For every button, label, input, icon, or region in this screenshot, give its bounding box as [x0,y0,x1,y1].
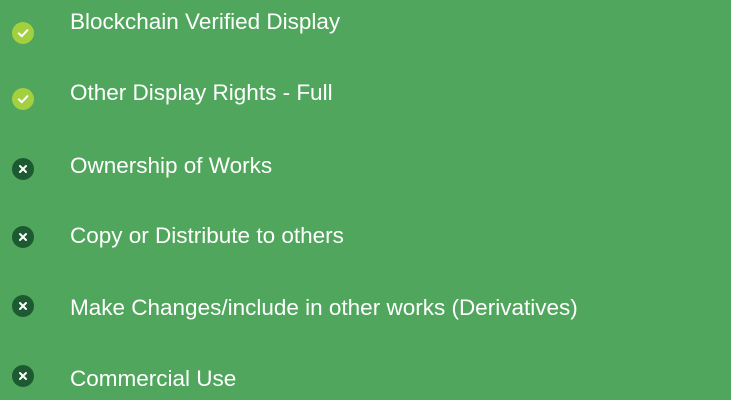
feature-row-blockchain-verified-display: Blockchain Verified Display [0,4,731,44]
x-circle-icon [12,226,34,248]
x-circle-icon [12,158,34,180]
feature-label: Ownership of Works [70,153,273,178]
feature-row-make-changes: Make Changes/include in other works (Der… [0,290,731,330]
feature-label: Commercial Use [70,366,237,391]
feature-label: Copy or Distribute to others [70,223,344,248]
feature-row-copy-or-distribute: Copy or Distribute to others [0,218,731,258]
feature-label: Other Display Rights - Full [70,80,333,105]
feature-label: Make Changes/include in other works (Der… [70,295,578,320]
feature-row-commercial-use: Commercial Use [0,360,731,400]
feature-list: Blockchain Verified Display Other Displa… [0,0,731,392]
check-circle-icon [12,88,34,110]
feature-row-ownership-of-works: Ownership of Works [0,148,731,188]
check-circle-icon [12,22,34,44]
feature-row-other-display-rights: Other Display Rights - Full [0,75,731,115]
x-circle-icon [12,295,34,317]
feature-label: Blockchain Verified Display [70,9,341,34]
x-circle-icon [12,365,34,387]
